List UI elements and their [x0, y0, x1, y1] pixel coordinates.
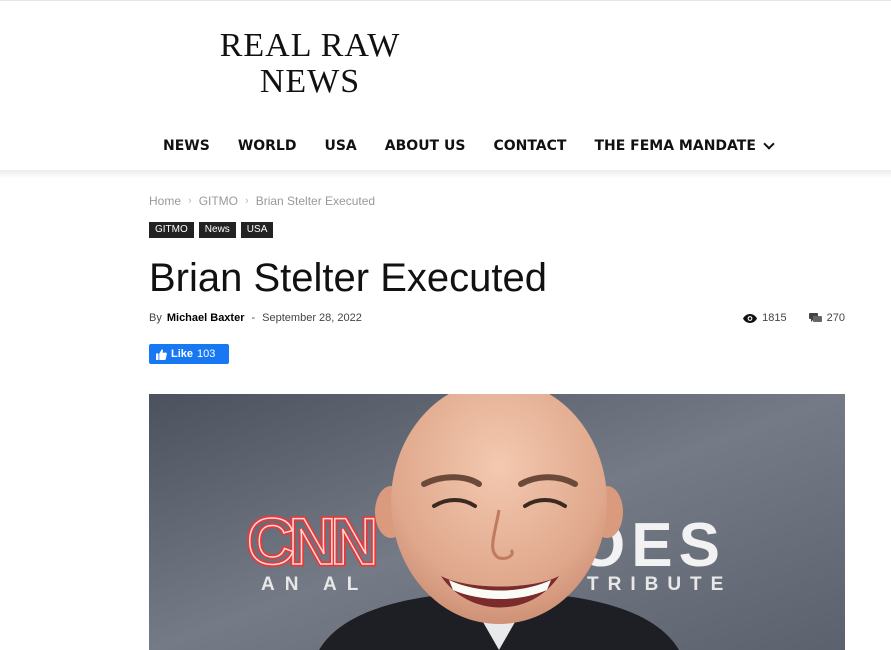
nav-item-contact[interactable]: CONTACT — [479, 124, 580, 168]
meta-separator: - — [251, 312, 256, 324]
thumbs-up-icon — [156, 348, 167, 360]
breadcrumb-home[interactable]: Home — [149, 194, 181, 208]
author-link[interactable]: Michael Baxter — [167, 312, 245, 324]
category-tag-usa[interactable]: USA — [240, 222, 274, 238]
main-nav: NEWS WORLD USA ABOUT US CONTACT THE FEMA… — [0, 124, 891, 170]
chevron-right-icon: › — [245, 195, 249, 207]
breadcrumb-current: Brian Stelter Executed — [255, 194, 376, 208]
comments-count: 270 — [826, 312, 845, 324]
byline-prefix: By — [149, 312, 162, 324]
site-logo[interactable]: REAL RAW NEWS — [200, 28, 420, 100]
nav-item-usa[interactable]: USA — [310, 124, 370, 168]
sign-text-tribute: TRIBUTE — [587, 574, 732, 595]
eye-icon — [743, 313, 758, 323]
category-tag-news[interactable]: News — [198, 222, 236, 238]
comment-icon — [808, 313, 822, 322]
article-title: Brian Stelter Executed — [149, 256, 547, 300]
views-count: 1815 — [762, 312, 787, 324]
category-tags: GITMO News USA — [149, 222, 278, 238]
comments-stat[interactable]: 270 — [808, 312, 845, 324]
nav-item-world[interactable]: WORLD — [224, 124, 311, 168]
nav-item-fema-mandate[interactable]: THE FEMA MANDATE — [580, 124, 786, 168]
top-border — [0, 0, 891, 1]
featured-image: CNN CNN OES AN AL TRIBUTE — [149, 394, 845, 650]
facebook-like-button[interactable]: Like 103 — [149, 344, 229, 364]
article-meta: By Michael Baxter - September 28, 2022 — [149, 312, 362, 324]
like-label: Like — [171, 348, 194, 360]
nav-item-fema-mandate-label: THE FEMA MANDATE — [594, 138, 756, 154]
logo-line-2: NEWS — [259, 63, 361, 100]
nav-item-about-us[interactable]: ABOUT US — [371, 124, 480, 168]
breadcrumb-section[interactable]: GITMO — [199, 194, 238, 208]
chevron-right-icon: › — [188, 195, 192, 207]
views-stat: 1815 — [743, 312, 787, 324]
logo-line-1: REAL RAW — [219, 27, 401, 64]
nav-item-news[interactable]: NEWS — [149, 124, 224, 168]
chevron-down-icon — [763, 138, 775, 150]
nav-shadow — [0, 170, 891, 178]
sign-text-an-al: AN AL — [261, 574, 368, 595]
publish-date: September 28, 2022 — [262, 312, 362, 324]
breadcrumb: Home › GITMO › Brian Stelter Executed — [149, 194, 375, 208]
like-count: 103 — [197, 348, 216, 360]
featured-image-photo: CNN CNN OES AN AL TRIBUTE — [149, 394, 845, 650]
article-stats: 1815 270 — [721, 312, 845, 324]
sign-text-cnn-glow: CNN — [247, 504, 374, 578]
category-tag-gitmo[interactable]: GITMO — [149, 222, 194, 238]
